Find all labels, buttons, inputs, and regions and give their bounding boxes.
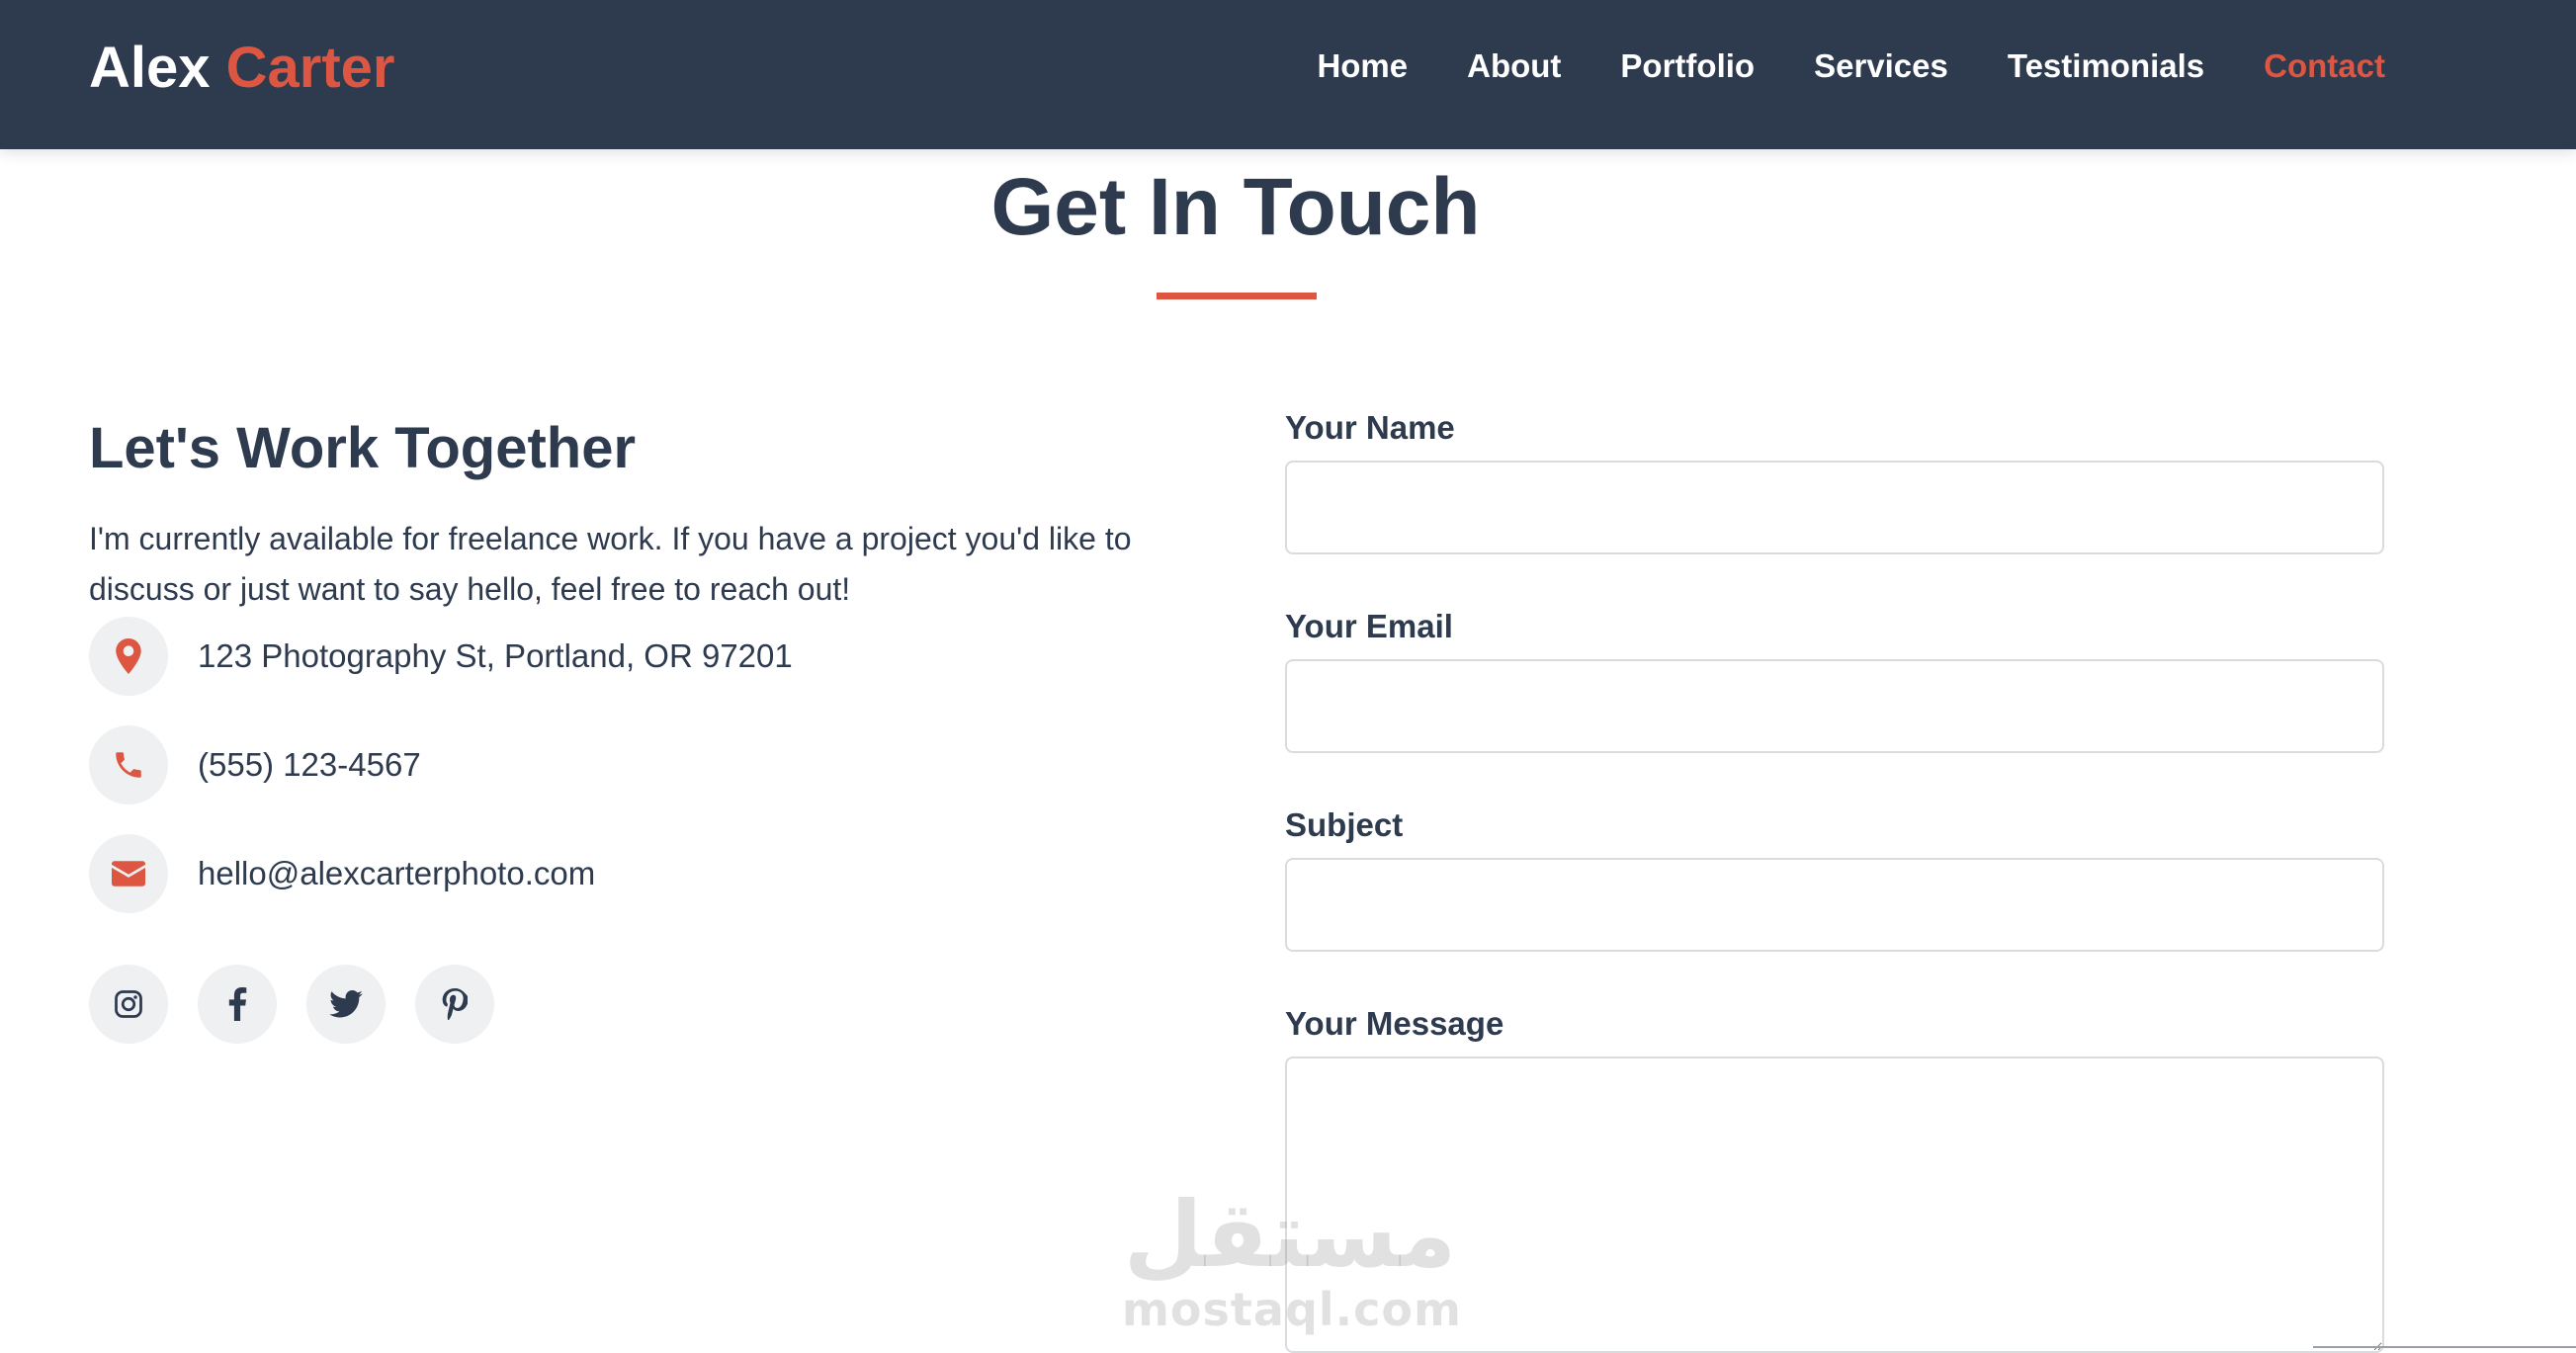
subject-label: Subject [1285, 806, 1404, 843]
instagram-icon[interactable] [89, 965, 168, 1044]
contact-info: Let's Work Together I'm currently availa… [89, 405, 1186, 1044]
facebook-icon[interactable] [198, 965, 277, 1044]
contact-address: 123 Photography St, Portland, OR 97201 [89, 617, 1186, 696]
contact-intro: I'm currently available for freelance wo… [89, 521, 1132, 607]
subject-input[interactable] [1285, 858, 2384, 952]
nav-link-contact[interactable]: Contact [2264, 43, 2385, 89]
phone-icon [89, 725, 168, 804]
contact-form: Your Name Your Email Subject Your Messag… [1285, 405, 2384, 1353]
email-input[interactable] [1285, 659, 2384, 753]
contact-details: 123 Photography St, Portland, OR 97201 (… [89, 617, 1186, 913]
pinterest-icon[interactable] [415, 965, 494, 1044]
title-underline [1157, 293, 1317, 299]
site-logo[interactable]: Alex Carter [89, 30, 395, 107]
envelope-icon [89, 834, 168, 913]
address-text: 123 Photography St, Portland, OR 97201 [198, 637, 793, 674]
nav-link-portfolio[interactable]: Portfolio [1620, 43, 1755, 89]
map-marker-icon [89, 617, 168, 696]
navbar: Alex Carter Home About Portfolio Service… [0, 0, 2576, 149]
email-text: hello@alexcarterphoto.com [198, 855, 596, 891]
twitter-icon[interactable] [306, 965, 386, 1044]
phone-text: (555) 123-4567 [198, 746, 421, 783]
section-title: Get In Touch [990, 162, 1481, 252]
contact-email: hello@alexcarterphoto.com [89, 834, 1186, 913]
email-label: Your Email [1285, 608, 1453, 644]
contact-phone: (555) 123-4567 [89, 725, 1186, 804]
nav-link-about[interactable]: About [1467, 43, 1561, 89]
nav-link-testimonials[interactable]: Testimonials [2008, 43, 2204, 89]
message-label: Your Message [1285, 1005, 1504, 1042]
logo-first-name: Alex [89, 36, 211, 100]
social-links [89, 965, 1186, 1044]
nav-link-home[interactable]: Home [1317, 43, 1408, 89]
contact-heading: Let's Work Together [89, 416, 637, 480]
nav-link-services[interactable]: Services [1814, 43, 1948, 89]
nav-menu: Home About Portfolio Services Testimonia… [1257, 43, 2385, 89]
name-input[interactable] [1285, 461, 2384, 554]
message-textarea[interactable] [1285, 1057, 2384, 1353]
name-label: Your Name [1285, 409, 1455, 446]
logo-last-name: Carter [225, 36, 395, 100]
